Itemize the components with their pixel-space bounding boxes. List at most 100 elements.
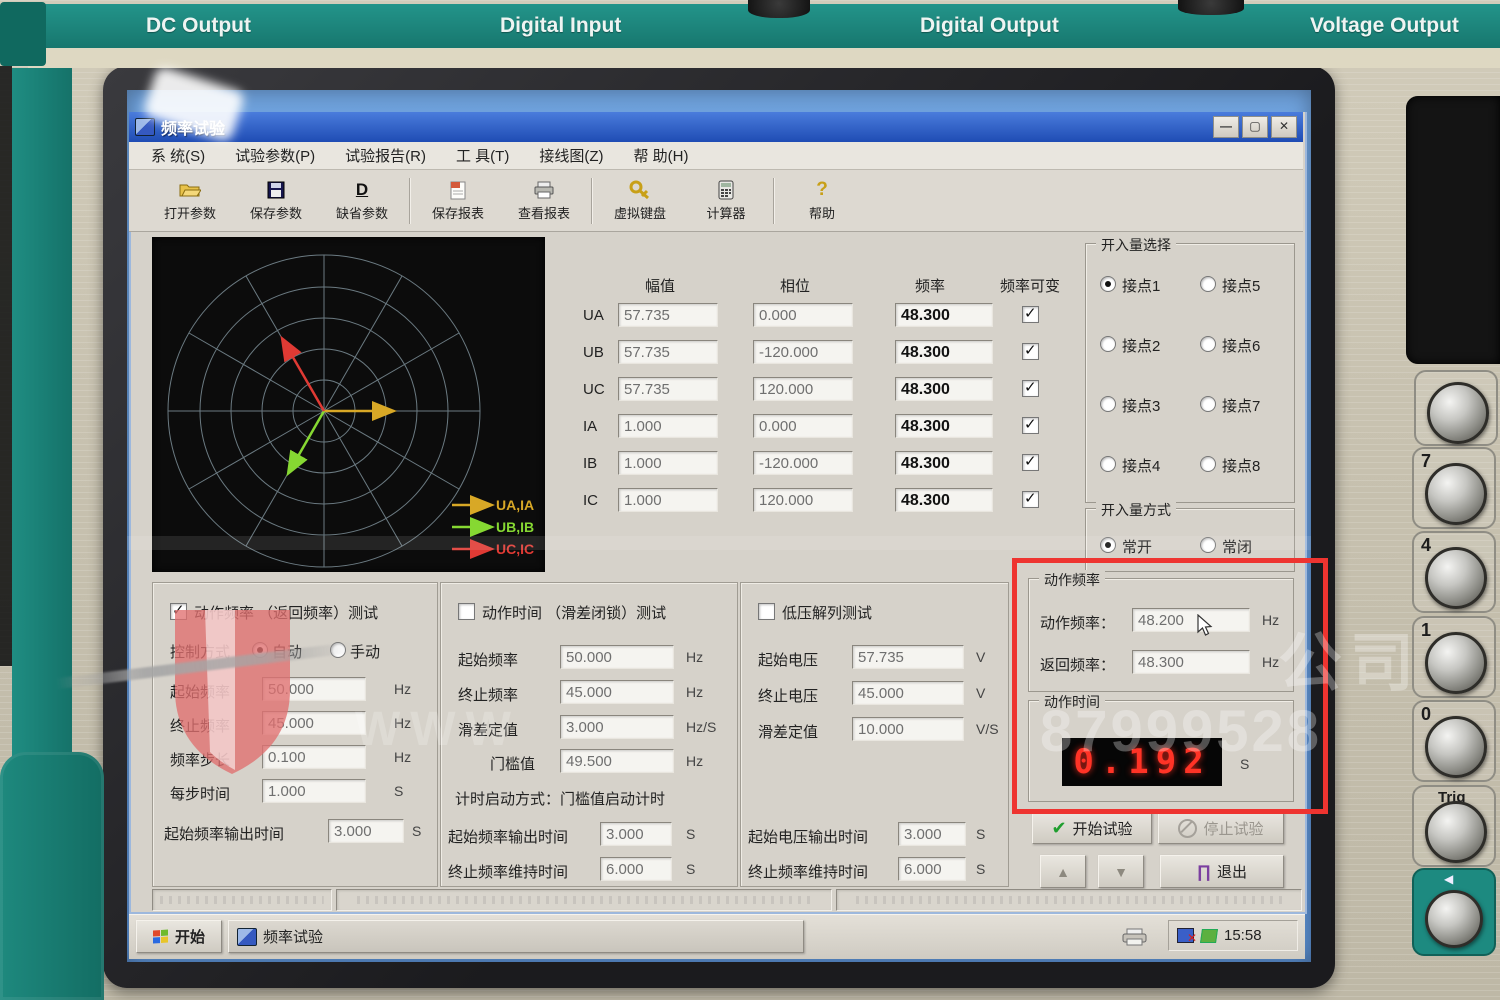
contact-2-radio[interactable]: [1100, 336, 1116, 352]
time-start-output-time-field[interactable]: 3.000: [600, 822, 672, 846]
manual-radio[interactable]: [330, 642, 346, 658]
uc-amplitude-field[interactable]: 57.735: [618, 377, 718, 401]
time-start-frequency-field[interactable]: 50.000: [560, 645, 674, 669]
ic-frequency-field[interactable]: 48.300: [895, 488, 993, 512]
ua-freq-variable-checkbox[interactable]: [1022, 304, 1039, 323]
start-voltage-output-time-field[interactable]: 3.000: [898, 822, 966, 846]
auto-radio[interactable]: [252, 642, 268, 658]
menu-system[interactable]: 系 统(S): [151, 145, 205, 166]
ia-frequency-field[interactable]: 48.300: [895, 414, 993, 438]
ib-phase-field[interactable]: -120.000: [753, 451, 853, 475]
action-frequency-test-checkbox[interactable]: [170, 601, 187, 620]
contact-4-radio[interactable]: [1100, 456, 1116, 472]
keypad-button-0[interactable]: 0: [1412, 700, 1496, 782]
ua-amplitude-field[interactable]: 57.735: [618, 303, 718, 327]
field-unit: V: [976, 649, 986, 665]
scroll-down-button[interactable]: ▼: [1098, 855, 1144, 888]
minimize-button[interactable]: —: [1213, 116, 1239, 138]
ub-freq-variable-checkbox[interactable]: [1022, 341, 1039, 360]
keypad-button-trig[interactable]: Trig: [1412, 785, 1496, 867]
calculator-button[interactable]: 计算器: [683, 174, 769, 228]
open-params-button[interactable]: 打开参数: [147, 174, 233, 228]
field-label: 终止电压: [758, 688, 819, 705]
save-params-button[interactable]: 保存参数: [233, 174, 319, 228]
digital-output-label: Digital Output: [920, 14, 1059, 37]
virtual-keyboard-button[interactable]: 虚拟键盘: [597, 174, 683, 228]
time-end-hold-time-field[interactable]: 6.000: [600, 857, 672, 881]
contact-8-radio[interactable]: [1200, 456, 1216, 472]
action-time-test-checkbox[interactable]: [458, 603, 475, 620]
default-params-button[interactable]: D 缺省参数: [319, 174, 405, 228]
ia-freq-variable-checkbox[interactable]: [1022, 415, 1039, 434]
start-frequency-field[interactable]: 50.000: [262, 677, 366, 701]
normally-closed-radio[interactable]: [1200, 537, 1216, 553]
time-end-frequency-field[interactable]: 45.000: [560, 680, 674, 704]
ub-frequency-field[interactable]: 48.300: [895, 340, 993, 364]
keypad-button-left-arrow[interactable]: ◀: [1412, 868, 1496, 956]
normally-open-radio[interactable]: [1100, 537, 1116, 553]
contact-1-radio[interactable]: [1100, 276, 1116, 292]
stop-test-button[interactable]: 停止试验: [1158, 812, 1284, 844]
slip-setting-field[interactable]: 3.000: [560, 715, 674, 739]
end-voltage-field[interactable]: 45.000: [852, 681, 964, 705]
keypad-button-7[interactable]: 7: [1412, 447, 1496, 529]
contact-5-radio[interactable]: [1200, 276, 1216, 292]
contact-3-radio[interactable]: [1100, 396, 1116, 412]
ib-frequency-field[interactable]: 48.300: [895, 451, 993, 475]
menu-test-report[interactable]: 试验报告(R): [345, 145, 426, 166]
toolbar-label: 缺省参数: [335, 205, 388, 221]
save-report-button[interactable]: 保存报表: [415, 174, 501, 228]
ia-amplitude-field[interactable]: 1.000: [618, 414, 718, 438]
keypad-button-1[interactable]: 1: [1412, 616, 1496, 698]
step-time-field[interactable]: 1.000: [262, 779, 366, 803]
voltage-end-hold-time-field[interactable]: 6.000: [898, 857, 966, 881]
ub-amplitude-field[interactable]: 57.735: [618, 340, 718, 364]
menu-tools[interactable]: 工 具(T): [456, 145, 509, 166]
knob-button[interactable]: [1414, 370, 1498, 446]
menu-wiring-diagram[interactable]: 接线图(Z): [539, 145, 603, 166]
ua-phase-field[interactable]: 0.000: [753, 303, 853, 327]
ia-phase-field[interactable]: 0.000: [753, 414, 853, 438]
printer-tray-icon[interactable]: [1122, 928, 1148, 946]
ua-frequency-field[interactable]: 48.300: [895, 303, 993, 327]
package-icon[interactable]: [1200, 928, 1218, 943]
menu-help[interactable]: 帮 助(H): [633, 145, 688, 166]
start-menu-button[interactable]: 开始: [136, 920, 222, 953]
network-icon[interactable]: ✕: [1177, 928, 1197, 945]
start-voltage-field[interactable]: 57.735: [852, 645, 964, 669]
ib-amplitude-field[interactable]: 1.000: [618, 451, 718, 475]
close-button[interactable]: ✕: [1271, 116, 1297, 138]
uc-frequency-field[interactable]: 48.300: [895, 377, 993, 401]
exit-button[interactable]: ∏ 退出: [1160, 855, 1284, 888]
uc-freq-variable-checkbox[interactable]: [1022, 378, 1039, 397]
contact-6-radio[interactable]: [1200, 336, 1216, 352]
maximize-button[interactable]: ▢: [1242, 116, 1268, 138]
start-freq-output-time-field[interactable]: 3.000: [328, 819, 404, 843]
end-frequency-field[interactable]: 45.000: [262, 711, 366, 735]
metal-knob: [1425, 890, 1483, 948]
contact-7-radio[interactable]: [1200, 396, 1216, 412]
scroll-up-button[interactable]: ▲: [1040, 855, 1086, 888]
help-button[interactable]: ? 帮助: [779, 174, 865, 228]
low-voltage-test-checkbox[interactable]: [758, 603, 775, 620]
taskbar-item-frequency-test[interactable]: 频率试验: [228, 920, 804, 953]
phasor-diagram: UA,IA UB,IB UC,IC: [152, 237, 545, 572]
threshold-field[interactable]: 49.500: [560, 749, 674, 773]
legend-ub-ib: UB,IB: [496, 519, 534, 535]
window-titlebar[interactable]: 频率试验 — ▢ ✕: [129, 112, 1303, 142]
view-report-button[interactable]: 查看报表: [501, 174, 587, 228]
ic-phase-field[interactable]: 120.000: [753, 488, 853, 512]
frequency-step-field[interactable]: 0.100: [262, 745, 366, 769]
start-test-button[interactable]: ✔ 开始试验: [1032, 812, 1152, 844]
field-label: 起始电压: [758, 652, 819, 669]
menu-test-params[interactable]: 试验参数(P): [235, 145, 315, 166]
ic-amplitude-field[interactable]: 1.000: [618, 488, 718, 512]
uc-phase-field[interactable]: 120.000: [753, 377, 853, 401]
keypad-button-4[interactable]: 4: [1412, 531, 1496, 613]
ib-freq-variable-checkbox[interactable]: [1022, 452, 1039, 471]
contact-7-label: 接点7: [1222, 398, 1261, 415]
ic-freq-variable-checkbox[interactable]: [1022, 489, 1039, 508]
voltage-slip-setting-field[interactable]: 10.000: [852, 717, 964, 741]
ub-phase-field[interactable]: -120.000: [753, 340, 853, 364]
field-label: 每步时间: [170, 786, 231, 803]
